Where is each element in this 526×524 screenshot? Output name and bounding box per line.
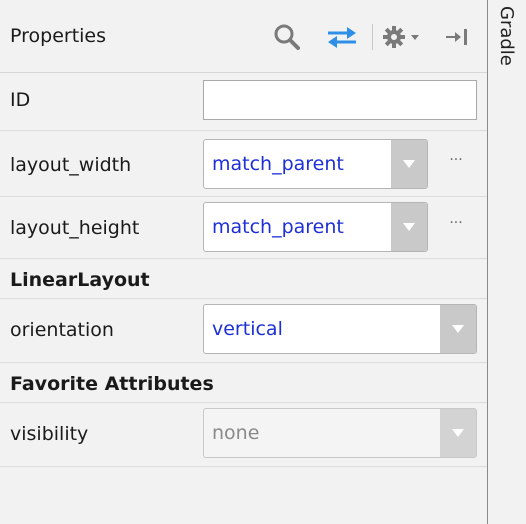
layout-width-label: layout_width: [10, 154, 132, 176]
id-label: ID: [10, 89, 31, 111]
tool-window-sidebar: Gradle: [487, 0, 526, 524]
layout-width-more-button[interactable]: ···: [442, 153, 470, 173]
row-divider: [0, 130, 487, 131]
combo-arrow[interactable]: [440, 409, 476, 457]
layout-width-value: match_parent: [212, 153, 344, 175]
properties-header: Properties: [0, 0, 487, 73]
row-divider: [0, 258, 487, 259]
swap-arrows-icon[interactable]: [322, 20, 362, 54]
row-divider: [0, 362, 487, 363]
gradle-tab[interactable]: Gradle: [496, 6, 517, 66]
visibility-label: visibility: [10, 423, 89, 445]
gear-icon[interactable]: [380, 20, 408, 54]
layout-height-value: match_parent: [212, 216, 344, 238]
row-divider: [0, 402, 487, 403]
properties-panel: Properties ID layout_width match_parent …: [0, 0, 487, 524]
visibility-value: none: [212, 422, 260, 444]
toolbar-separator: [372, 24, 373, 50]
properties-window: Properties ID layout_width match_parent …: [0, 0, 526, 524]
combo-arrow[interactable]: [440, 305, 476, 353]
orientation-combo[interactable]: vertical: [203, 304, 477, 354]
visibility-combo[interactable]: none: [203, 408, 477, 458]
combo-arrow[interactable]: [391, 203, 427, 251]
linear-layout-section-title: LinearLayout: [10, 269, 150, 291]
search-icon[interactable]: [270, 20, 304, 54]
id-input[interactable]: [203, 80, 477, 120]
combo-arrow[interactable]: [391, 140, 427, 188]
chevron-down-icon[interactable]: [408, 20, 422, 54]
panel-title: Properties: [10, 25, 107, 47]
favorite-attributes-section-title: Favorite Attributes: [10, 373, 214, 395]
layout-height-combo[interactable]: match_parent: [203, 202, 428, 252]
orientation-value: vertical: [212, 318, 283, 340]
layout-height-label: layout_height: [10, 217, 140, 239]
row-divider: [0, 298, 487, 299]
orientation-label: orientation: [10, 319, 114, 341]
layout-width-combo[interactable]: match_parent: [203, 139, 428, 189]
layout-height-more-button[interactable]: ···: [442, 216, 470, 236]
row-divider: [0, 196, 487, 197]
row-divider: [0, 466, 487, 467]
hide-panel-icon[interactable]: [440, 20, 474, 54]
